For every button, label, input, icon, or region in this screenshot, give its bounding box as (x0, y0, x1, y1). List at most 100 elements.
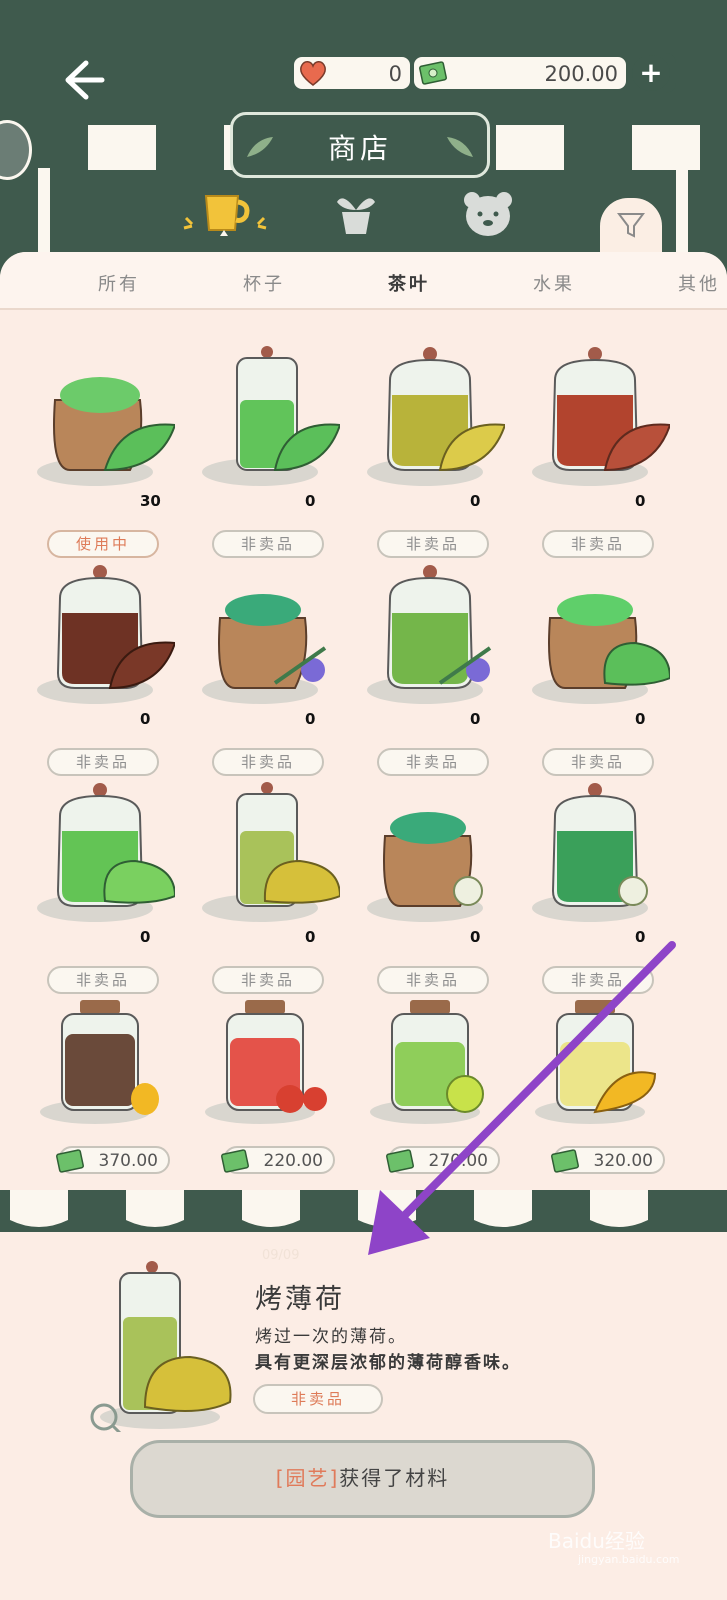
price-value: 320.00 (593, 1151, 653, 1171)
mint-sack-icon (532, 594, 670, 704)
price-tag[interactable]: 270.00 (386, 1146, 500, 1174)
green-tea-jar-icon (202, 346, 340, 486)
money-counter: 200.00 (414, 57, 626, 89)
heart-icon (300, 61, 326, 86)
cash-icon (386, 1149, 414, 1173)
item-count: 0 (305, 710, 316, 728)
notification-text: 获得了材料 (339, 1466, 450, 1490)
item-status: 使用中 (47, 530, 159, 558)
item-status: 非卖品 (47, 748, 159, 776)
category-tabs: 所有 杯子 茶叶 水果 其他 (0, 252, 727, 310)
item-count: 0 (635, 710, 646, 728)
dark-tea-jar-icon (37, 565, 175, 704)
tab-tea[interactable]: 茶叶 (388, 270, 430, 296)
item-card[interactable]: 0 非卖品 (175, 558, 340, 776)
cash-icon (419, 61, 447, 85)
item-count: 0 (470, 492, 481, 510)
item-card[interactable]: 0 非卖品 (505, 558, 670, 776)
item-card[interactable]: 370.00 (10, 994, 175, 1212)
plant-category-icon[interactable] (333, 190, 379, 238)
roasted-mint-jar-icon (202, 782, 340, 922)
notification-bar[interactable]: [园艺]获得了材料 (130, 1440, 595, 1518)
item-count: 0 (470, 710, 481, 728)
item-count: 0 (470, 928, 481, 946)
item-card[interactable]: 0 非卖品 (10, 776, 175, 994)
currency-bar: 0 200.00 + (290, 53, 676, 93)
price-tag[interactable]: 370.00 (56, 1146, 170, 1174)
roasted-mint-jar-icon (90, 1261, 232, 1432)
item-description: 具有更深层浓郁的薄荷醇香味。 (255, 1353, 521, 1373)
rosehip-bottle-icon (205, 1000, 327, 1124)
hearts-value: 0 (388, 62, 402, 86)
filter-button[interactable] (600, 198, 662, 258)
hearts-counter: 0 (294, 57, 410, 89)
lemongrass-sack-icon (367, 812, 483, 922)
tab-cups[interactable]: 杯子 (243, 270, 285, 296)
item-card[interactable]: 320.00 (505, 994, 670, 1212)
item-status: 非卖品 (542, 748, 654, 776)
shop-panel: 所有 杯子 茶叶 水果 其他 30 使用中 0 非卖品 0 非卖品 0 非卖品 … (0, 252, 727, 1202)
mint-jar-icon (37, 783, 175, 922)
back-arrow-icon[interactable] (58, 55, 108, 105)
tea-sack-icon (37, 377, 175, 486)
item-card[interactable]: 0 非卖品 (505, 776, 670, 994)
item-status: 非卖品 (47, 966, 159, 994)
osmanthus-bottle-icon (535, 1000, 657, 1124)
item-count: 0 (635, 928, 646, 946)
filter-icon (617, 213, 645, 238)
item-description: 烤过一次的薄荷。 (255, 1327, 407, 1347)
rosemary-jar-icon (367, 565, 492, 704)
item-name: 烤薄荷 (255, 1284, 345, 1315)
yellow-tea-jar-icon (367, 347, 505, 486)
item-count: 0 (140, 710, 151, 728)
item-count: 30 (140, 492, 161, 510)
bottom-awning (0, 1190, 727, 1235)
watermark: Baidu经验 (548, 1529, 645, 1553)
price-value: 220.00 (263, 1151, 323, 1171)
bear-category-icon[interactable] (462, 190, 514, 238)
item-card[interactable]: 0 非卖品 (340, 340, 505, 558)
item-status: 非卖品 (253, 1384, 383, 1414)
clove-bottle-icon (40, 1000, 159, 1124)
tab-other[interactable]: 其他 (678, 270, 720, 296)
item-status: 非卖品 (212, 530, 324, 558)
item-card[interactable]: 0 非卖品 (505, 340, 670, 558)
tab-fruit[interactable]: 水果 (533, 270, 575, 296)
item-card[interactable]: 30 使用中 (10, 340, 175, 558)
item-status: 非卖品 (377, 966, 489, 994)
item-status: 非卖品 (542, 966, 654, 994)
item-count: 0 (305, 492, 316, 510)
item-count: 0 (140, 928, 151, 946)
item-card[interactable]: 0 非卖品 (10, 558, 175, 776)
cash-icon (551, 1149, 579, 1173)
item-card[interactable]: 0 非卖品 (340, 558, 505, 776)
item-card[interactable]: 0 非卖品 (340, 776, 505, 994)
price-value: 270.00 (428, 1151, 488, 1171)
item-status: 非卖品 (212, 966, 324, 994)
item-status: 非卖品 (377, 748, 489, 776)
item-card[interactable]: 0 非卖品 (175, 776, 340, 994)
top-bar: 0 200.00 + (0, 0, 727, 130)
add-money-button[interactable]: + (632, 55, 670, 91)
item-card[interactable]: 270.00 (340, 994, 505, 1212)
cash-icon (56, 1149, 84, 1173)
item-count: 0 (635, 492, 646, 510)
item-card[interactable]: 220.00 (175, 994, 340, 1212)
price-tag[interactable]: 220.00 (221, 1146, 335, 1174)
item-card[interactable]: 0 非卖品 (175, 340, 340, 558)
lemongrass-jar-icon (532, 783, 648, 922)
leaf-ornament-icon (447, 137, 473, 157)
item-count: 0 (305, 928, 316, 946)
price-value: 370.00 (98, 1151, 158, 1171)
cash-icon (221, 1149, 249, 1173)
notification-tag: [园艺] (275, 1466, 340, 1490)
rosemary-sack-icon (202, 594, 327, 704)
red-tea-jar-icon (532, 347, 670, 486)
cup-category-icon[interactable] (180, 190, 270, 238)
item-status: 非卖品 (542, 530, 654, 558)
price-tag[interactable]: 320.00 (551, 1146, 665, 1174)
money-value: 200.00 (544, 62, 618, 86)
item-status: 非卖品 (212, 748, 324, 776)
watermark-url: jingyan.baidu.com (578, 1553, 680, 1566)
tab-all[interactable]: 所有 (98, 270, 140, 296)
